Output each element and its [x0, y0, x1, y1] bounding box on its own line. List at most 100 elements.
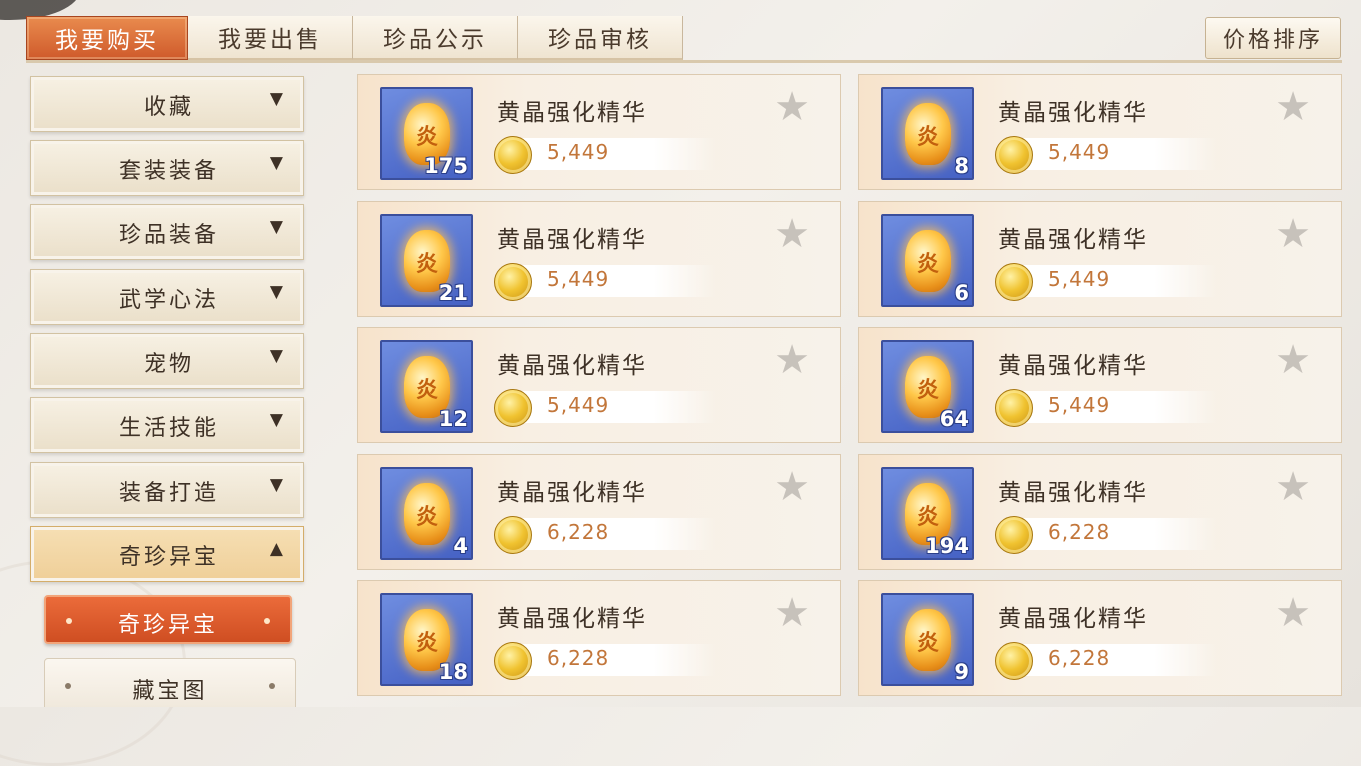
star-icon[interactable]: ★ — [774, 87, 810, 127]
price-background — [1009, 391, 1217, 423]
star-icon[interactable]: ★ — [1275, 214, 1311, 254]
item-card[interactable]: 炎 175 黄晶强化精华 5,449 ★ — [357, 74, 841, 190]
yellow-crystal-icon: 炎 64 — [881, 340, 974, 433]
star-icon[interactable]: ★ — [774, 214, 810, 254]
top-tab-bar: 我要购买 我要出售 珍品公示 珍品审核 — [26, 16, 683, 60]
price-background — [508, 644, 716, 676]
item-price: 6,228 — [1048, 520, 1111, 544]
tab-sell[interactable]: 我要出售 — [188, 16, 353, 60]
subcategory-label: 藏宝图 — [132, 679, 208, 704]
item-card[interactable]: 炎4 黄晶强化精华 6,228 ★ — [357, 454, 841, 570]
item-price: 5,449 — [1048, 267, 1111, 291]
item-name: 黄晶强化精华 — [497, 227, 647, 253]
yellow-crystal-icon: 炎6 — [881, 214, 974, 307]
price-background — [508, 265, 716, 297]
star-icon[interactable]: ★ — [774, 340, 810, 380]
gold-coin-icon — [494, 642, 532, 680]
category-pets[interactable]: 宠物 ▼ — [30, 333, 304, 389]
price-background — [508, 138, 716, 170]
category-label: 生活技能 — [118, 416, 219, 441]
price-background — [1009, 138, 1217, 170]
tab-treasure-review[interactable]: 珍品审核 — [518, 16, 683, 60]
chevron-up-icon: ▲ — [269, 539, 283, 559]
item-name: 黄晶强化精华 — [998, 227, 1148, 253]
item-card[interactable]: 炎 18 黄晶强化精华 6,228 ★ — [357, 580, 841, 696]
price-background — [508, 518, 716, 550]
gold-coin-icon — [995, 516, 1033, 554]
item-name: 黄晶强化精华 — [998, 480, 1148, 506]
star-icon[interactable]: ★ — [1275, 87, 1311, 127]
category-favorites[interactable]: 收藏 ▼ — [30, 76, 304, 132]
category-set-equipment[interactable]: 套装装备 ▼ — [30, 140, 304, 196]
star-icon[interactable]: ★ — [1275, 593, 1311, 633]
item-card[interactable]: 炎9 黄晶强化精华 6,228 ★ — [858, 580, 1342, 696]
star-icon[interactable]: ★ — [1275, 340, 1311, 380]
gold-coin-icon — [494, 389, 532, 427]
gold-coin-icon — [995, 136, 1033, 174]
item-card[interactable]: 炎 12 黄晶强化精华 5,449 ★ — [357, 327, 841, 443]
item-card[interactable]: 炎 194 黄晶强化精华 6,228 ★ — [858, 454, 1342, 570]
item-quantity: 194 — [925, 534, 969, 558]
chevron-down-icon: ▼ — [269, 282, 283, 302]
category-rare-treasures[interactable]: 奇珍异宝 ▲ — [30, 526, 304, 582]
category-life-skills[interactable]: 生活技能 ▼ — [30, 397, 304, 453]
item-quantity: 18 — [438, 660, 468, 684]
category-rare-equipment[interactable]: 珍品装备 ▼ — [30, 204, 304, 260]
item-name: 黄晶强化精华 — [998, 606, 1148, 632]
item-price: 5,449 — [547, 393, 610, 417]
yellow-crystal-icon: 炎 194 — [881, 467, 974, 560]
dot-icon — [269, 683, 275, 689]
item-name: 黄晶强化精华 — [497, 100, 647, 126]
item-price: 6,228 — [1048, 646, 1111, 670]
dot-icon — [264, 618, 270, 624]
category-label: 珍品装备 — [118, 223, 219, 248]
category-label: 套装装备 — [118, 159, 219, 184]
item-quantity: 175 — [424, 154, 468, 178]
item-card[interactable]: 炎8 黄晶强化精华 5,449 ★ — [858, 74, 1342, 190]
tab-label: 我要购买 — [55, 28, 159, 54]
item-quantity: 64 — [939, 407, 969, 431]
chevron-down-icon: ▼ — [269, 475, 283, 495]
star-icon[interactable]: ★ — [774, 593, 810, 633]
item-price: 5,449 — [1048, 140, 1111, 164]
item-price: 5,449 — [547, 267, 610, 291]
star-icon[interactable]: ★ — [774, 467, 810, 507]
item-card[interactable]: 炎 64 黄晶强化精华 5,449 ★ — [858, 327, 1342, 443]
yellow-crystal-icon: 炎 18 — [380, 593, 473, 686]
item-quantity: 4 — [453, 534, 468, 558]
category-label: 奇珍异宝 — [118, 545, 219, 570]
subcategory-label: 奇珍异宝 — [117, 613, 218, 638]
item-card[interactable]: 炎 21 黄晶强化精华 5,449 ★ — [357, 201, 841, 317]
chevron-down-icon: ▼ — [269, 410, 283, 430]
yellow-crystal-icon: 炎 175 — [380, 87, 473, 180]
category-sidebar: 收藏 ▼ 套装装备 ▼ 珍品装备 ▼ 武学心法 ▼ 宠物 ▼ 生活技能 ▼ 装备… — [26, 74, 308, 707]
subcategory-rare-treasures[interactable]: 奇珍异宝 — [44, 595, 292, 644]
tab-buy[interactable]: 我要购买 — [26, 16, 188, 60]
yellow-crystal-icon: 炎 12 — [380, 340, 473, 433]
star-icon[interactable]: ★ — [1275, 467, 1311, 507]
item-price: 6,228 — [547, 520, 610, 544]
item-quantity: 12 — [438, 407, 468, 431]
item-price: 6,228 — [547, 646, 610, 670]
gold-coin-icon — [494, 136, 532, 174]
gold-coin-icon — [494, 263, 532, 301]
subcategory-treasure-map[interactable]: 藏宝图 — [44, 658, 296, 707]
category-equipment-crafting[interactable]: 装备打造 ▼ — [30, 462, 304, 518]
divider — [26, 60, 1342, 63]
category-martial-arts[interactable]: 武学心法 ▼ — [30, 269, 304, 325]
item-name: 黄晶强化精华 — [497, 606, 647, 632]
price-background — [1009, 644, 1217, 676]
item-name: 黄晶强化精华 — [998, 353, 1148, 379]
item-quantity: 8 — [954, 154, 969, 178]
gold-coin-icon — [995, 389, 1033, 427]
item-listing-grid: 炎 175 黄晶强化精华 5,449 ★ 炎8 黄晶强化精华 5,449 ★ 炎2… — [357, 74, 1343, 707]
chevron-down-icon: ▼ — [269, 346, 283, 366]
category-label: 武学心法 — [118, 288, 219, 313]
item-quantity: 6 — [954, 281, 969, 305]
price-sort-button[interactable]: 价格排序 — [1205, 17, 1341, 59]
item-card[interactable]: 炎6 黄晶强化精华 5,449 ★ — [858, 201, 1342, 317]
tab-label: 我要出售 — [218, 27, 322, 53]
gold-coin-icon — [995, 263, 1033, 301]
tab-treasure-announce[interactable]: 珍品公示 — [353, 16, 518, 60]
item-price: 5,449 — [1048, 393, 1111, 417]
